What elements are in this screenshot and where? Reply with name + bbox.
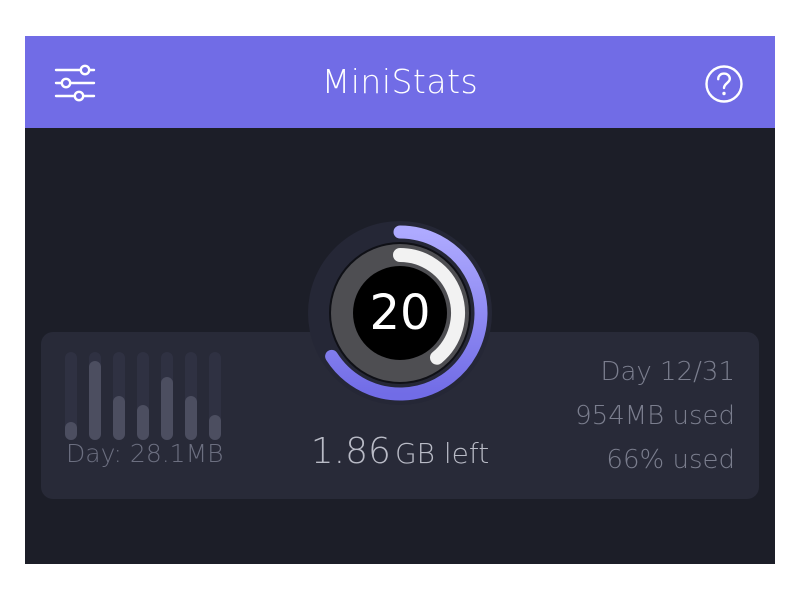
daily-bar-track: [161, 352, 173, 440]
app-title: MiniStats: [321, 62, 479, 101]
daily-bar: [89, 361, 101, 440]
daily-bar-track: [65, 352, 77, 440]
daily-bar-track: [113, 352, 125, 440]
daily-bar-track: [185, 352, 197, 440]
header-bar: MiniStats: [25, 36, 775, 128]
help-circle-icon: [705, 65, 743, 103]
remaining-unit: GB left: [394, 437, 490, 470]
data-remaining: 1.86 GB left: [25, 431, 775, 472]
remaining-value: 1.86: [310, 431, 391, 472]
daily-usage-chart: [65, 352, 235, 440]
usage-gauge: 20: [306, 219, 494, 407]
daily-bar-track: [209, 352, 221, 440]
daily-bar-track: [89, 352, 101, 440]
app-window: MiniStats Day: 28.1MB Day 12/31 954MB us…: [25, 36, 775, 564]
help-button[interactable]: [704, 64, 744, 104]
gauge-value: 20: [369, 285, 431, 341]
day-of-period: Day 12/31: [600, 357, 735, 387]
daily-bar-track: [137, 352, 149, 440]
